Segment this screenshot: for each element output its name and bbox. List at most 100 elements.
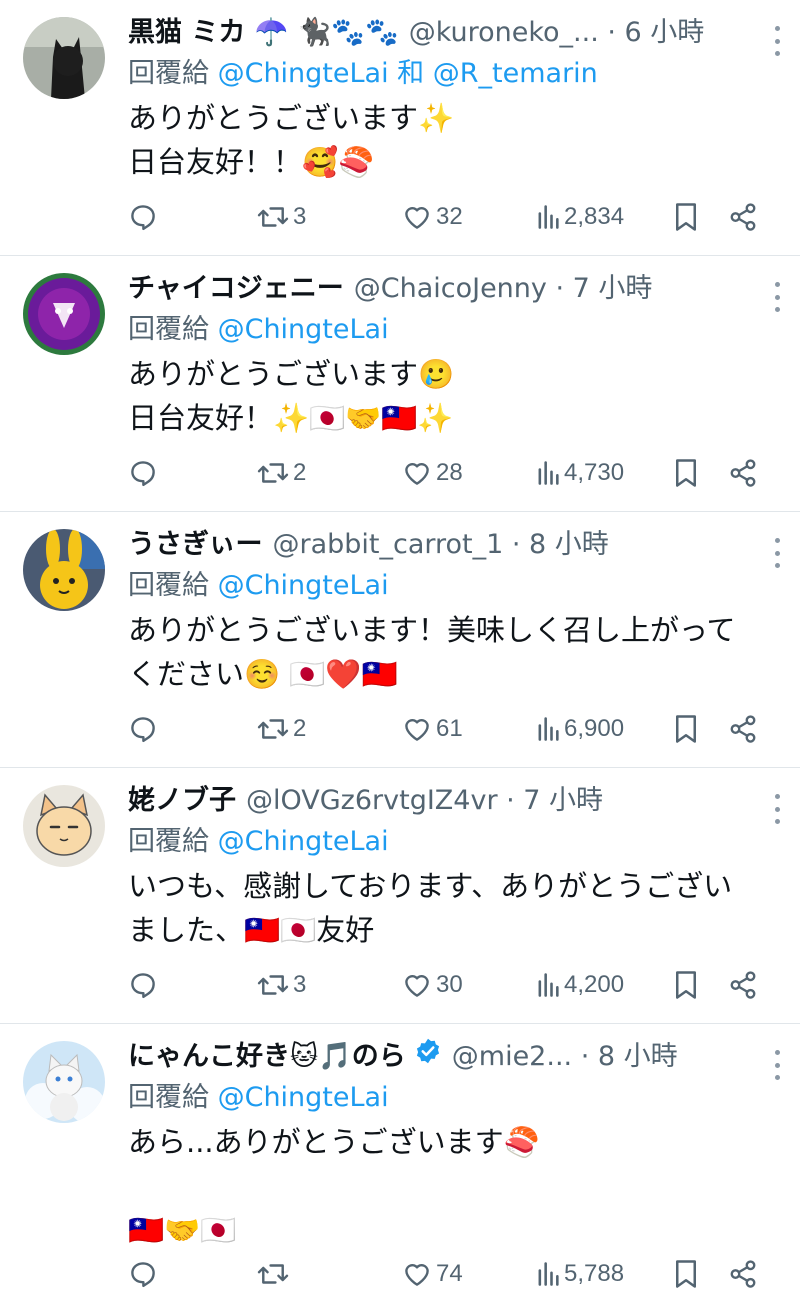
action-bar: 74 5,788 — [128, 1254, 776, 1294]
verified-badge-icon — [416, 1038, 439, 1064]
more-options-icon[interactable] — [772, 26, 782, 56]
share-button[interactable] — [728, 709, 758, 749]
handle-and-time[interactable]: @lOVGz6rvtgIZ4vr · 7 小時 — [246, 780, 603, 822]
handle-and-time[interactable]: @ChaicoJenny · 7 小時 — [354, 268, 653, 310]
more-options-icon[interactable] — [772, 538, 782, 568]
share-button[interactable] — [728, 1254, 758, 1294]
reply-to-line: 回覆給 @ChingteLai — [128, 822, 780, 862]
like-button[interactable]: 74 — [402, 1254, 463, 1294]
retweet-button[interactable]: 3 — [256, 965, 306, 1005]
display-name[interactable]: にゃんこ好き🐱🎵のら — [128, 1036, 406, 1078]
reply-button[interactable] — [128, 453, 158, 493]
avatar[interactable] — [23, 17, 105, 99]
handle-and-time[interactable]: @kuroneko_... · 6 小時 — [409, 12, 705, 54]
heart-icon — [405, 1264, 429, 1286]
bookmark-button[interactable] — [673, 709, 699, 749]
display-name[interactable]: うさぎぃー — [128, 524, 262, 566]
views-count: 6,900 — [564, 715, 625, 742]
views-button[interactable]: 4,200 — [536, 965, 624, 1005]
bookmark-button[interactable] — [673, 453, 699, 493]
purple-fluffy-avatar-icon — [23, 273, 105, 355]
like-count: 61 — [436, 715, 463, 742]
reply-tweet[interactable]: 姥ノブ子 @lOVGz6rvtgIZ4vr · 7 小時 回覆給 @Chingt… — [0, 768, 800, 1024]
views-button[interactable]: 6,900 — [536, 709, 624, 749]
handle-and-time[interactable]: @rabbit_carrot_1 · 8 小時 — [272, 524, 608, 566]
reply-mentions[interactable]: @ChingteLai — [218, 1082, 389, 1113]
reply-icon — [131, 205, 155, 231]
reply-prefix: 回覆給 — [128, 1082, 209, 1113]
views-chart-icon — [538, 973, 559, 997]
reply-mentions[interactable]: @ChingteLai — [218, 314, 389, 345]
reply-to-line: 回覆給 @ChingteLai — [128, 310, 780, 350]
heart-icon — [405, 975, 429, 997]
display-name[interactable]: 姥ノブ子 — [128, 780, 236, 822]
views-count: 5,788 — [564, 1260, 625, 1287]
more-options-icon[interactable] — [772, 794, 782, 824]
like-button[interactable]: 30 — [402, 965, 463, 1005]
share-button[interactable] — [728, 453, 758, 493]
handle-and-time[interactable]: @mie2... · 8 小時 — [452, 1036, 678, 1078]
retweet-button[interactable]: 3 — [256, 197, 306, 237]
reply-button[interactable] — [128, 709, 158, 749]
reply-tweet[interactable]: 黒猫 ミカ ☂️ 🐈‍⬛🐾🐾 @kuroneko_... · 6 小時 回覆給 … — [0, 0, 800, 256]
views-count: 2,834 — [564, 203, 625, 230]
reply-tweet[interactable]: にゃんこ好き🐱🎵のら @mie2... · 8 小時 回覆給 @ChingteL… — [0, 1024, 800, 1312]
tweet-text: ありがとうございます！美味しく召し上がって ください☺️ 🇯🇵❤️🇹🇼 — [128, 613, 736, 691]
views-button[interactable]: 5,788 — [536, 1254, 624, 1294]
reply-button[interactable] — [128, 1254, 158, 1294]
more-options-icon[interactable] — [772, 1050, 782, 1080]
retweet-count: 3 — [293, 203, 307, 230]
display-name[interactable]: チャイコジェニー — [128, 268, 344, 310]
views-button[interactable]: 4,730 — [536, 453, 624, 493]
share-icon — [730, 1260, 756, 1288]
like-button[interactable]: 28 — [402, 453, 463, 493]
views-count: 4,730 — [564, 459, 625, 486]
tweet-text: ありがとうございます🥲 日台友好！✨🇯🇵🤝🇹🇼✨ — [128, 357, 455, 435]
share-icon — [730, 971, 756, 999]
retweet-button[interactable]: 2 — [256, 709, 306, 749]
reply-button[interactable] — [128, 965, 158, 1005]
bookmark-icon — [676, 971, 696, 999]
bookmark-icon — [676, 715, 696, 743]
bookmark-icon — [676, 203, 696, 231]
like-count: 30 — [436, 971, 463, 998]
reply-mentions[interactable]: @ChingteLai — [218, 826, 389, 857]
share-button[interactable] — [728, 197, 758, 237]
reply-icon — [131, 717, 155, 743]
views-chart-icon — [538, 1262, 559, 1286]
retweet-icon — [257, 463, 289, 483]
avatar[interactable] — [23, 1041, 105, 1123]
share-button[interactable] — [728, 965, 758, 1005]
reply-tweet[interactable]: チャイコジェニー @ChaicoJenny · 7 小時 回覆給 @Chingt… — [0, 256, 800, 512]
share-icon — [730, 459, 756, 487]
avatar[interactable] — [23, 529, 105, 611]
heart-icon — [405, 719, 429, 741]
retweet-button[interactable] — [256, 1254, 293, 1294]
retweet-count: 2 — [293, 459, 307, 486]
like-button[interactable]: 32 — [402, 197, 463, 237]
display-name[interactable]: 黒猫 ミカ ☂️ 🐈‍⬛🐾🐾 — [128, 12, 399, 54]
bookmark-button[interactable] — [673, 965, 699, 1005]
like-button[interactable]: 61 — [402, 709, 463, 749]
retweet-count: 2 — [293, 715, 307, 742]
reply-button[interactable] — [128, 197, 158, 237]
reply-to-line: 回覆給 @ChingteLai — [128, 566, 780, 606]
tweet-text: ありがとうございます✨ 日台友好！！🥰🍣 — [128, 101, 455, 179]
avatar[interactable] — [23, 785, 105, 867]
retweet-button[interactable]: 2 — [256, 453, 306, 493]
bookmark-button[interactable] — [673, 197, 699, 237]
share-icon — [730, 715, 756, 743]
tweet-text: あら...ありがとうございます🍣 🇹🇼🤝🇯🇵 — [128, 1125, 540, 1247]
yellow-rabbit-avatar-icon — [23, 529, 105, 611]
reply-tweet[interactable]: うさぎぃー @rabbit_carrot_1 · 8 小時 回覆給 @Ching… — [0, 512, 800, 768]
reply-mentions[interactable]: @ChingteLai — [218, 570, 389, 601]
more-options-icon[interactable] — [772, 282, 782, 312]
avatar[interactable] — [23, 273, 105, 355]
reply-icon — [131, 973, 155, 999]
views-count: 4,200 — [564, 971, 625, 998]
views-button[interactable]: 2,834 — [536, 197, 624, 237]
bookmark-button[interactable] — [673, 1254, 699, 1294]
like-count: 28 — [436, 459, 463, 486]
tweet-text: いつも、感謝しております、ありがとうござい ました、🇹🇼🇯🇵友好 — [128, 869, 733, 947]
reply-mentions[interactable]: @ChingteLai 和 @R_temarin — [218, 58, 598, 89]
